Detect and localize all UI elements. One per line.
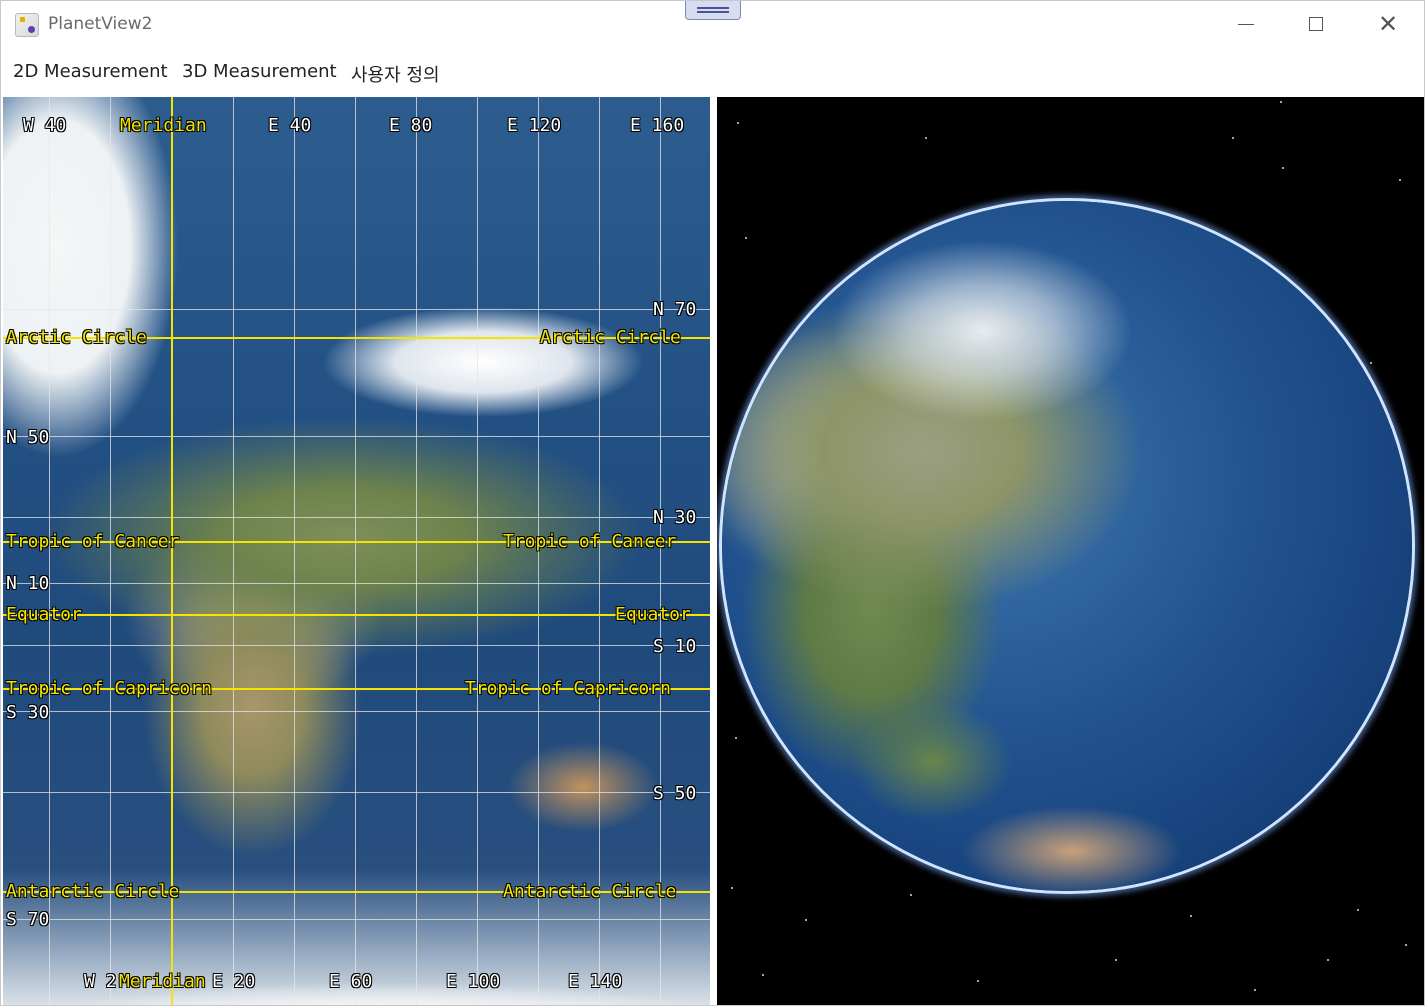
star <box>762 974 764 976</box>
close-icon: ✕ <box>1377 10 1399 38</box>
antarctic-circle-label-right: Antarctic Circle <box>503 881 677 902</box>
latitude-label: N 50 <box>6 427 50 448</box>
star <box>1370 362 1372 364</box>
star <box>1232 137 1234 139</box>
minimize-icon <box>1238 23 1254 25</box>
equator-line <box>3 614 710 616</box>
longitude-label: E 160 <box>630 115 685 136</box>
arctic-circle-label-right: Arctic Circle <box>540 327 681 348</box>
title-bar[interactable]: PlanetView2 ✕ <box>1 1 1424 49</box>
longitude-label: E 60 <box>329 971 373 992</box>
longitude-label: E 40 <box>268 115 312 136</box>
grid-line <box>355 97 356 1005</box>
star <box>735 737 737 739</box>
maximize-button[interactable] <box>1281 1 1351 47</box>
star <box>1327 959 1329 961</box>
menu-2d-measurement[interactable]: 2D Measurement <box>13 61 168 82</box>
latitude-label: S 50 <box>653 783 697 804</box>
longitude-label: W 40 <box>23 115 67 136</box>
map-2d-view[interactable]: W 40 Meridian E 40 E 80 E 120 E 160 W 2 … <box>3 97 710 1005</box>
star <box>1357 909 1359 911</box>
star <box>1254 989 1256 991</box>
window-title: PlanetView2 <box>48 14 153 34</box>
star <box>977 980 979 982</box>
grid-line <box>416 97 417 1005</box>
star <box>805 919 807 921</box>
star <box>1115 959 1117 961</box>
latitude-label: S 10 <box>653 636 697 657</box>
star <box>745 237 747 239</box>
star <box>1190 915 1192 917</box>
star <box>1405 944 1407 946</box>
star <box>910 894 912 896</box>
planetview-window: PlanetView2 ✕ 2D Measurement 3D Measurem… <box>0 0 1425 1006</box>
menu-3d-measurement[interactable]: 3D Measurement <box>182 61 337 82</box>
longitude-label: E 80 <box>389 115 433 136</box>
earth-globe[interactable] <box>722 201 1412 891</box>
grid-line <box>3 583 710 584</box>
longitude-label: E 20 <box>212 971 256 992</box>
grid-line <box>3 792 710 793</box>
tropic-of-cancer-label-right: Tropic of Cancer <box>503 531 677 552</box>
star <box>1399 179 1401 181</box>
latitude-label: S 30 <box>6 702 50 723</box>
longitude-label: W 2 <box>84 971 117 992</box>
grid-line <box>3 645 710 646</box>
grid-line <box>233 97 234 1005</box>
longitude-label: Meridian <box>119 971 206 992</box>
longitude-label: E 120 <box>507 115 562 136</box>
menu-user-defined[interactable]: 사용자 정의 <box>351 61 440 87</box>
antarctic-circle-label-left: Antarctic Circle <box>6 881 180 902</box>
grid-line <box>3 517 710 518</box>
tropic-of-capricorn-label-right: Tropic of Capricorn <box>465 678 671 699</box>
latitude-label: S 70 <box>6 909 50 930</box>
longitude-label: E 100 <box>446 971 501 992</box>
star <box>1280 101 1282 103</box>
minimize-button[interactable] <box>1211 1 1281 47</box>
arctic-circle-label-left: Arctic Circle <box>6 327 147 348</box>
globe-3d-view[interactable] <box>717 97 1424 1005</box>
star <box>737 122 739 124</box>
equator-label-left: Equator <box>6 604 82 625</box>
longitude-label: E 140 <box>568 971 623 992</box>
latitude-label: N 30 <box>653 507 697 528</box>
latitude-label: N 10 <box>6 573 50 594</box>
star <box>731 887 733 889</box>
grid-line <box>3 436 710 437</box>
maximize-icon <box>1309 17 1323 31</box>
snap-layout-handle[interactable] <box>685 1 741 20</box>
close-button[interactable]: ✕ <box>1353 1 1423 47</box>
grid-line <box>3 309 710 310</box>
app-icon <box>15 13 39 37</box>
longitude-label: Meridian <box>120 115 207 136</box>
star <box>925 137 927 139</box>
equator-label-right: Equator <box>615 604 691 625</box>
menu-bar: 2D Measurement 3D Measurement 사용자 정의 <box>1 54 1424 94</box>
latitude-label: N 70 <box>653 299 697 320</box>
grid-line <box>3 919 710 920</box>
grid-line <box>477 97 478 1005</box>
grid-line <box>3 711 710 712</box>
tropic-of-cancer-label-left: Tropic of Cancer <box>6 531 180 552</box>
grid-line <box>294 97 295 1005</box>
tropic-of-capricorn-label-left: Tropic of Capricorn <box>6 678 212 699</box>
star <box>1282 167 1284 169</box>
